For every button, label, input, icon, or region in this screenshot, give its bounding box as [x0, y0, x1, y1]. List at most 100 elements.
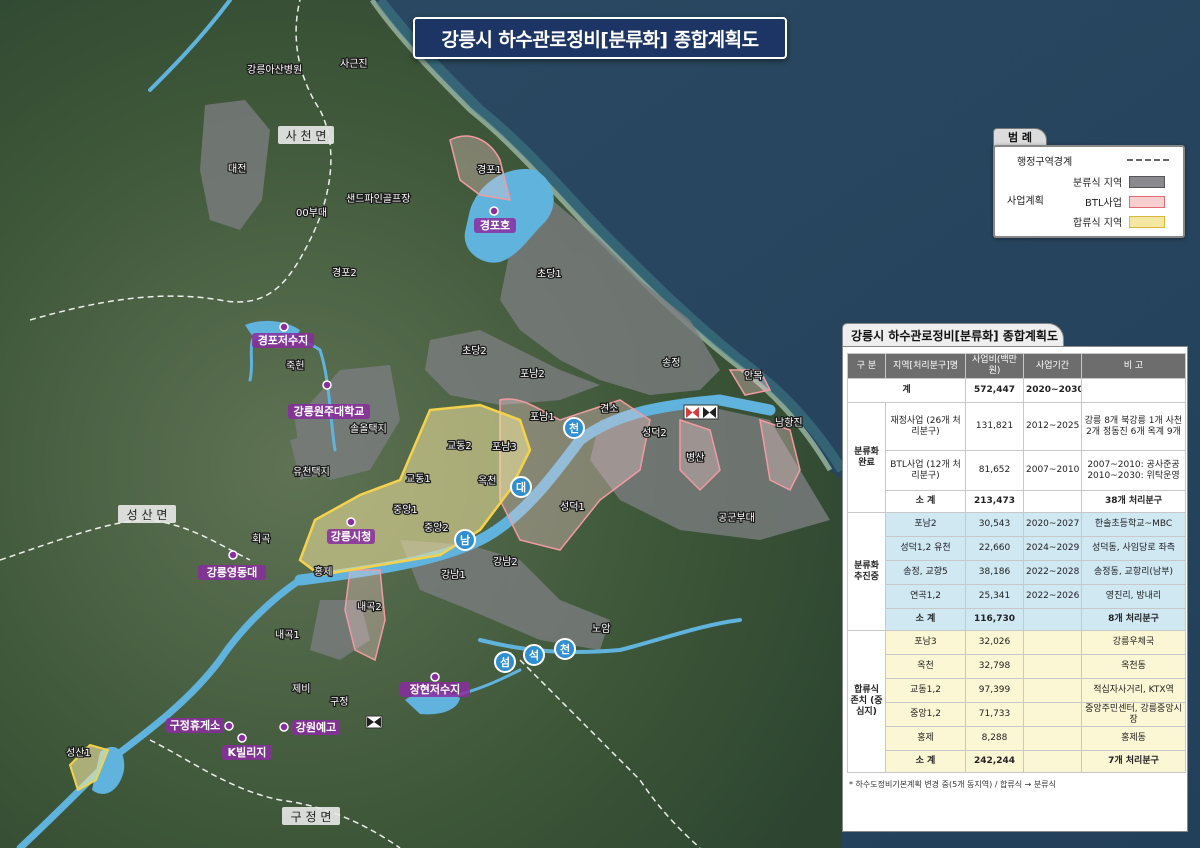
- group-name: 합류식 존치 (중심지): [847, 630, 886, 773]
- place-label: 중앙2: [424, 522, 449, 534]
- row-note: 홍제동: [1081, 726, 1186, 751]
- legend-boundary-label: 행정구역경계: [1017, 157, 1073, 168]
- place-label: 내곡2: [357, 601, 382, 613]
- place-label: 유천택지: [293, 466, 330, 478]
- legend-box: 행정구역경계 사업계획 분류식 지역 BTL사업 합류식 지역: [993, 145, 1185, 238]
- place-label: 강남2: [493, 556, 518, 568]
- boundary-line-swatch: [1127, 159, 1171, 161]
- place-label: 구정: [330, 696, 348, 708]
- row-area: 포남3: [885, 630, 966, 655]
- table-row: 송정, 교향5 38,186 2022~2028 송정동, 교항리(남부): [848, 560, 1186, 585]
- river-char: 남: [460, 534, 470, 547]
- row-note: 2007~2010: 공사준공 2010~2030: 위탁운영: [1081, 450, 1186, 491]
- subtotal-period: [1023, 490, 1082, 513]
- row-area: 연곡1,2: [885, 584, 966, 609]
- total-row: 계 572,447 2020~2030: [847, 378, 1186, 403]
- place-label: 포남1: [530, 411, 555, 423]
- place-label: 포남2: [520, 368, 545, 380]
- summary-panel: 강릉시 하수관로정비[분류화] 종합계획도 구 분 지역[처리분구]명 사업비(…: [842, 323, 1188, 832]
- row-period: 2020~2027: [1023, 512, 1082, 537]
- subtotal-note: 38개 처리분구: [1081, 490, 1186, 513]
- btl-swatch: [1129, 196, 1165, 208]
- row-period: 2022~2028: [1023, 560, 1082, 585]
- place-label: 병산: [686, 452, 704, 464]
- legend-btl-label: BTL사업: [1085, 198, 1122, 209]
- row-cost: 32,798: [965, 654, 1024, 679]
- district-label: 성 산 면: [127, 508, 168, 522]
- legend-plan-label: 사업계획: [1007, 196, 1044, 207]
- table-row: 합류식 존치 (중심지) 포남3 32,026 강릉우체국: [847, 630, 1186, 773]
- subtotal-row: 소 계 213,473 38개 처리분구: [848, 490, 1186, 513]
- subtotal-cost: 116,730: [965, 608, 1024, 631]
- place-label: 성덕2: [642, 427, 667, 439]
- place-label: 송정: [662, 357, 680, 369]
- place-label: 00부대: [296, 207, 327, 219]
- poi-label: 강원예고: [296, 720, 336, 734]
- river-char: 섬: [500, 655, 510, 669]
- legend-separate-label: 분류식 지역: [1073, 178, 1123, 189]
- footnote: * 하수도정비기본계획 변경 중(5개 동지역) / 합류식 → 분류식: [849, 780, 1056, 789]
- place-label: 대전: [228, 163, 246, 175]
- poi-label: 강릉원주대학교: [294, 404, 365, 418]
- subtotal-label: 소 계: [885, 490, 966, 513]
- total-period: 2020~2030: [1023, 378, 1082, 403]
- row-period: 2007~2010: [1023, 450, 1082, 491]
- place-label: 교동1: [406, 473, 431, 485]
- river-char: 석: [529, 648, 539, 662]
- summary-table: 구 분 지역[처리분구]명 사업비(백만원) 사업기간 비 고 계 572,44…: [847, 353, 1186, 773]
- row-cost: 38,186: [965, 560, 1024, 585]
- poi-label: 강릉시청: [331, 529, 371, 543]
- place-label: 초당1: [537, 268, 562, 280]
- row-note: 성덕동, 사임당로 좌측: [1081, 536, 1186, 561]
- table-row: 옥천 32,798 옥천동: [848, 654, 1186, 679]
- row-area: 중앙1,2: [885, 702, 966, 727]
- place-label: 솔올택지: [350, 423, 387, 435]
- subtotal-period: [1023, 608, 1082, 631]
- row-note: 강릉 8개 북강릉 1개 사천 2개 정동진 6개 옥계 9개: [1081, 402, 1186, 451]
- table-row: 홍제 8,288 홍제동: [848, 726, 1186, 751]
- header-cost: 사업비(백만원): [965, 353, 1024, 379]
- place-label: 견소: [600, 403, 618, 415]
- row-cost: 71,733: [965, 702, 1024, 727]
- place-label: 초당2: [462, 345, 487, 357]
- row-note: 강릉우체국: [1081, 630, 1186, 655]
- panel-title: 강릉시 하수관로정비[분류화] 종합계획도: [842, 323, 1064, 347]
- row-period: [1023, 654, 1082, 679]
- place-label: 성덕1: [560, 501, 585, 513]
- row-cost: 22,660: [965, 536, 1024, 561]
- river-char: 천: [560, 642, 570, 656]
- place-label: 안목: [744, 370, 762, 382]
- row-period: 2012~2025: [1023, 402, 1082, 451]
- row-area: 홍제: [885, 726, 966, 751]
- place-label: 성산1: [66, 747, 91, 759]
- header-note: 비 고: [1081, 353, 1186, 379]
- table-row: 연곡1,2 25,341 2022~2026 영진리, 방내리: [848, 584, 1186, 609]
- total-label: 계: [847, 378, 966, 403]
- place-label: 교동2: [447, 440, 472, 452]
- row-area: 성덕1,2 유천: [885, 536, 966, 561]
- row-note: 한솔초등학교~MBC: [1081, 512, 1186, 537]
- header-category: 구 분: [847, 353, 886, 379]
- row-area: 포남2: [885, 512, 966, 537]
- table-row: 교동1,2 97,399 적십자사거리, KTX역: [848, 678, 1186, 703]
- row-area: BTL사업 (12개 처리분구): [885, 450, 966, 491]
- table-header-row: 구 분 지역[처리분구]명 사업비(백만원) 사업기간 비 고: [847, 353, 1186, 379]
- poi-label: 경포호: [480, 218, 510, 232]
- table-row: 분류화 추진중 포남2 30,543 2020~2027 한솔초등학교~MBC: [847, 512, 1186, 631]
- row-note: 영진리, 방내리: [1081, 584, 1186, 609]
- river-char: 천: [569, 421, 579, 435]
- place-label: 강릉아산병원: [247, 64, 302, 76]
- poi-label: 경포저수지: [258, 333, 309, 347]
- row-period: [1023, 630, 1082, 655]
- row-cost: 25,341: [965, 584, 1024, 609]
- group-name: 분류화 추진중: [847, 512, 886, 631]
- row-note: 송정동, 교항리(남부): [1081, 560, 1186, 585]
- row-area: 송정, 교향5: [885, 560, 966, 585]
- place-label: 사근진: [340, 58, 368, 70]
- row-area: 재정사업 (26개 처리분구): [885, 402, 966, 451]
- row-cost: 131,821: [965, 402, 1024, 451]
- place-label: 회곡: [252, 533, 270, 545]
- map-title: 강릉시 하수관로정비[분류화] 종합계획도: [413, 17, 787, 59]
- place-label: 죽헌: [286, 360, 304, 372]
- header-period: 사업기간: [1023, 353, 1082, 379]
